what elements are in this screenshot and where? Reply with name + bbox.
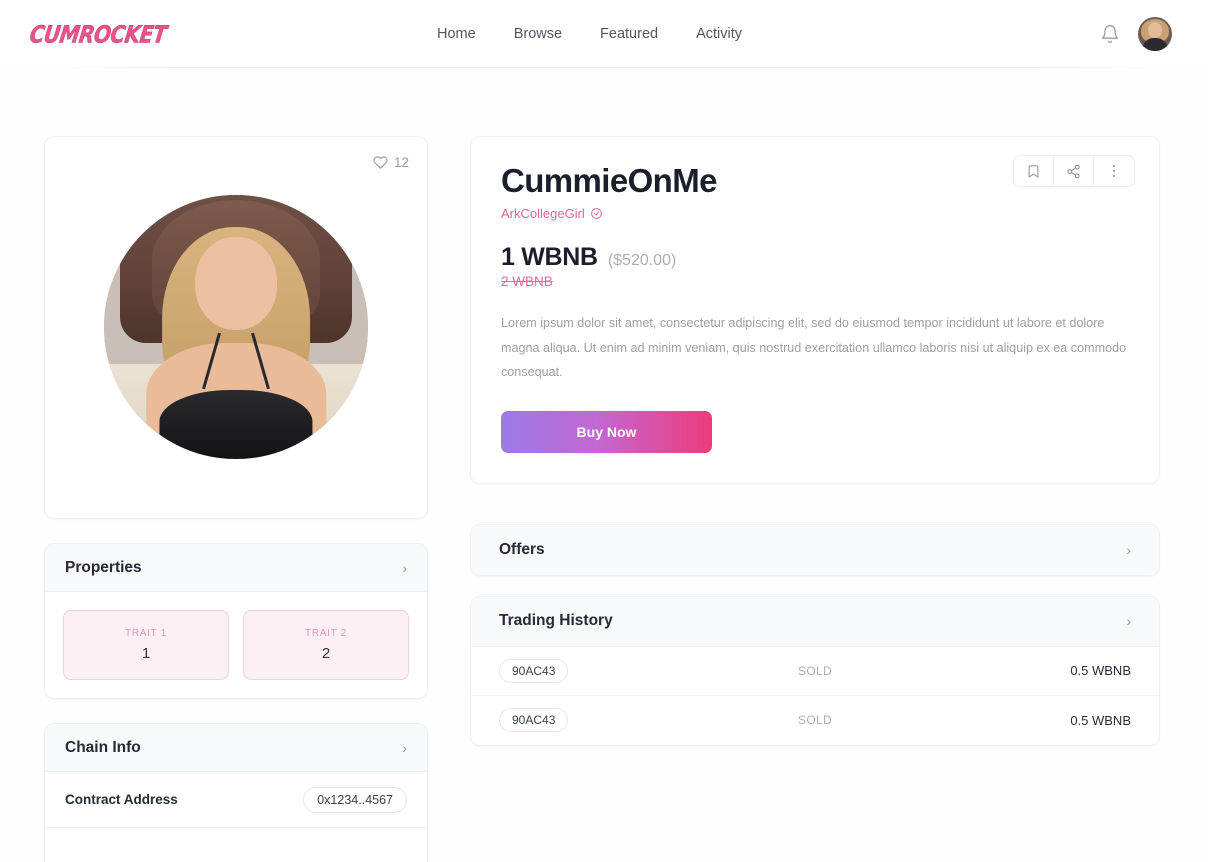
- trait-key: TRAIT 2: [305, 628, 347, 639]
- nav-item-home[interactable]: Home: [437, 26, 476, 42]
- buy-now-button[interactable]: Buy Now: [501, 410, 712, 453]
- brand-logo[interactable]: CumRocket: [28, 20, 169, 49]
- header-actions: [1100, 0, 1172, 68]
- properties-title: Properties: [65, 558, 142, 576]
- transaction-status: SOLD: [798, 713, 832, 728]
- artwork-figure-head: [195, 237, 277, 330]
- transaction-amount: 0.5 WBNB: [1070, 663, 1131, 679]
- nav-item-browse[interactable]: Browse: [514, 26, 562, 42]
- table-row: 90AC43 SOLD 0.5 WBNB: [471, 647, 1159, 696]
- main-nav: Home Browse Featured Activity: [437, 0, 742, 68]
- heart-outline-icon: [373, 155, 388, 169]
- left-column: 12 Properties › TRAIT 1 1 TRAIT 2 2 Chai…: [44, 136, 428, 862]
- nav-item-featured[interactable]: Featured: [600, 26, 658, 42]
- creator-link[interactable]: ArkCollegeGirl: [501, 206, 1129, 221]
- bookmark-icon[interactable]: [1014, 156, 1054, 186]
- price-usd: ($520.00): [607, 251, 677, 269]
- price-original: 2 WBNB: [501, 273, 553, 289]
- trading-history-header[interactable]: Trading History ›: [471, 596, 1159, 647]
- contract-address-value[interactable]: 0x1234..4567: [303, 786, 407, 813]
- price-row: 1 WBNB ($520.00): [501, 243, 1129, 272]
- artwork-figure-top: [159, 390, 313, 459]
- chain-info-row-partial: [45, 828, 427, 862]
- right-column: CummieOnMe ArkCollegeGirl 1 WBNB ($520.0…: [470, 136, 1160, 746]
- item-detail-card: CummieOnMe ArkCollegeGirl 1 WBNB ($520.0…: [470, 136, 1160, 484]
- chevron-right-icon[interactable]: ›: [1126, 614, 1131, 628]
- artwork-card: 12: [44, 136, 428, 519]
- properties-traits: TRAIT 1 1 TRAIT 2 2: [45, 592, 427, 698]
- chevron-right-icon[interactable]: ›: [402, 741, 407, 755]
- chevron-right-icon[interactable]: ›: [1126, 543, 1131, 557]
- offers-title: Offers: [499, 540, 545, 558]
- share-icon[interactable]: [1054, 156, 1094, 186]
- price-current: 1 WBNB: [501, 242, 598, 271]
- artwork-image[interactable]: [104, 195, 368, 459]
- page-body: 12 Properties › TRAIT 1 1 TRAIT 2 2 Chai…: [0, 68, 1208, 862]
- chain-info-panel: Chain Info › Contract Address 0x1234..45…: [44, 723, 428, 862]
- like-counter[interactable]: 12: [63, 151, 409, 173]
- transaction-status: SOLD: [798, 663, 832, 678]
- trait-value: 2: [321, 645, 331, 662]
- nav-item-activity[interactable]: Activity: [696, 26, 742, 42]
- like-count: 12: [393, 154, 409, 170]
- verified-check-icon: [590, 207, 603, 220]
- site-header: CumRocket Home Browse Featured Activity: [0, 0, 1208, 68]
- transaction-hash[interactable]: 90AC43: [499, 658, 569, 683]
- properties-header[interactable]: Properties ›: [45, 544, 427, 592]
- artwork-image-circle: [104, 195, 368, 459]
- trading-history-panel: Trading History › 90AC43 SOLD 0.5 WBNB 9…: [470, 595, 1160, 746]
- contract-address-label: Contract Address: [65, 792, 178, 807]
- avatar[interactable]: [1138, 17, 1172, 51]
- chain-info-row: Contract Address 0x1234..4567: [45, 772, 427, 828]
- item-action-group: [1013, 155, 1135, 187]
- table-row: 90AC43 SOLD 0.5 WBNB: [471, 696, 1159, 745]
- trading-history-title: Trading History: [499, 612, 613, 630]
- transaction-amount: 0.5 WBNB: [1070, 712, 1131, 728]
- trait-card[interactable]: TRAIT 1 1: [63, 610, 229, 680]
- bell-icon[interactable]: [1100, 23, 1120, 45]
- creator-name: ArkCollegeGirl: [501, 205, 585, 221]
- more-options-icon[interactable]: [1094, 156, 1134, 186]
- trait-key: TRAIT 1: [125, 628, 167, 639]
- chain-info-title: Chain Info: [65, 738, 141, 756]
- avatar-face: [1148, 22, 1162, 38]
- properties-panel: Properties › TRAIT 1 1 TRAIT 2 2: [44, 543, 428, 699]
- item-description: Lorem ipsum dolor sit amet, consectetur …: [501, 315, 1127, 380]
- chevron-right-icon[interactable]: ›: [402, 561, 407, 575]
- trait-value: 1: [141, 645, 151, 662]
- offers-panel: Offers ›: [470, 523, 1160, 576]
- trait-card[interactable]: TRAIT 2 2: [243, 610, 409, 680]
- offers-header[interactable]: Offers ›: [471, 524, 1159, 575]
- transaction-hash[interactable]: 90AC43: [499, 708, 569, 733]
- chain-info-header[interactable]: Chain Info ›: [45, 724, 427, 772]
